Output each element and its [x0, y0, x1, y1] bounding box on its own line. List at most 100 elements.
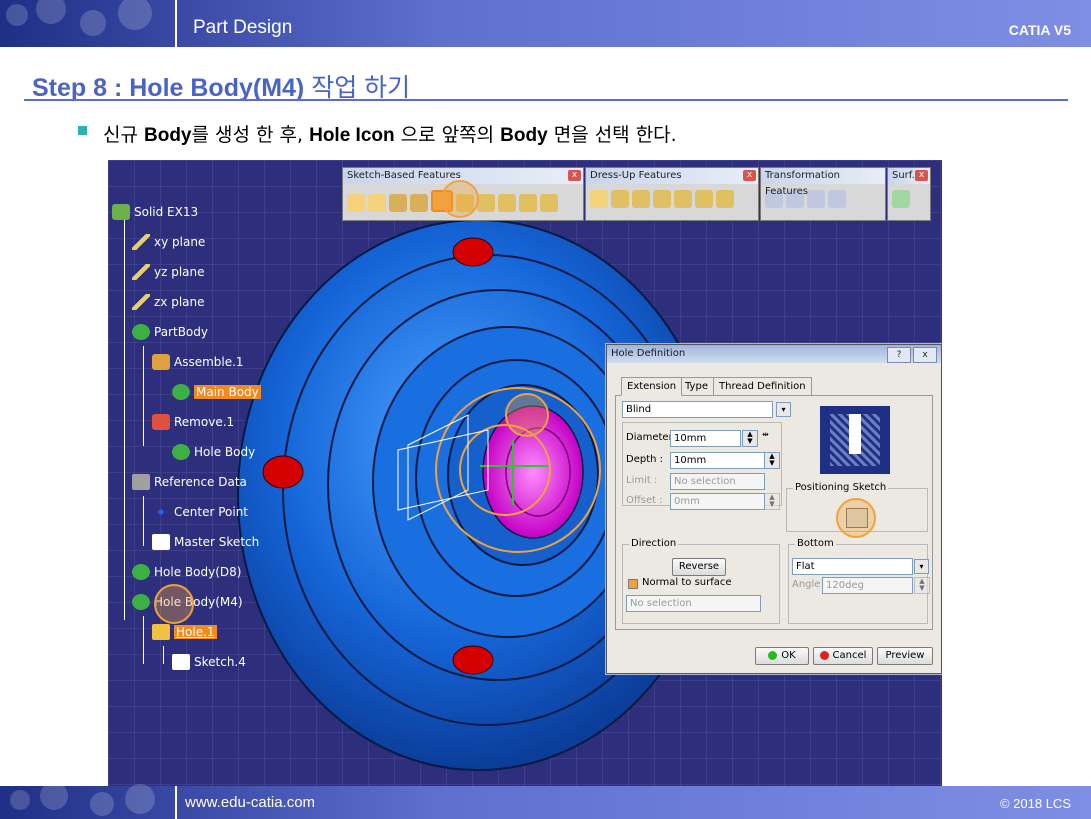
tree-item-center-point[interactable]: Center Point [152, 504, 248, 522]
cancel-icon [819, 650, 829, 660]
tree-item-remove[interactable]: Remove.1 [152, 414, 234, 432]
dialog-title: Hole Definition ? x [607, 345, 941, 363]
remove-icon [152, 414, 170, 430]
body-icon [132, 594, 150, 610]
limit-input: No selection [670, 473, 765, 490]
groove-icon[interactable] [410, 194, 428, 212]
spec-tree: Solid EX13 xy plane yz plane zx plane Pa… [108, 160, 368, 786]
slot-icon[interactable] [477, 194, 495, 212]
draft-icon[interactable] [632, 190, 650, 208]
fillet-icon[interactable] [590, 190, 608, 208]
tree-item-master-sketch[interactable]: Master Sketch [152, 534, 259, 552]
shaft-icon[interactable] [389, 194, 407, 212]
header-decoration [80, 10, 106, 36]
tree-item-assemble[interactable]: Assemble.1 [152, 354, 244, 372]
diameter-measure-icon[interactable]: ⇹ [762, 430, 769, 439]
tree-item-hole1[interactable]: Hole.1 [152, 624, 217, 642]
footer-bar: www.edu-catia.com © 2018 LCS [0, 782, 1091, 819]
depth-input[interactable]: 10mm [670, 452, 765, 469]
stiffener-icon[interactable] [498, 194, 516, 212]
tree-item-sketch4[interactable]: Sketch.4 [172, 654, 246, 672]
tree-item-partbody[interactable]: PartBody [132, 324, 208, 342]
depth-spinner[interactable]: ▲ ▼ [764, 452, 780, 469]
close-button[interactable]: x [913, 347, 937, 363]
tree-label: Center Point [174, 505, 248, 519]
tree-label: PartBody [154, 325, 208, 339]
hole-definition-dialog: Hole Definition ? x Extension Type Threa… [606, 344, 942, 674]
diameter-spinner[interactable]: ▲ ▼ [742, 430, 758, 447]
split-icon[interactable] [892, 190, 910, 208]
bottom-type-select[interactable]: Flat [792, 558, 913, 575]
positioning-sketch-marker [836, 498, 876, 538]
plane-icon [132, 264, 150, 280]
hole-icon [152, 624, 170, 640]
body-icon [132, 564, 150, 580]
thread-icon[interactable] [695, 190, 713, 208]
tree-label: yz plane [154, 265, 205, 279]
tab-type[interactable]: Type [679, 377, 714, 395]
instruction-part: 를 생성 한 후, [191, 124, 310, 146]
angle-spinner: ▲ ▼ [914, 577, 930, 594]
scaling-icon[interactable] [828, 190, 846, 208]
pattern-icon[interactable] [807, 190, 825, 208]
chevron-down-icon[interactable]: ▾ [776, 402, 791, 417]
normal-to-surface-checkbox[interactable] [628, 579, 638, 589]
point-icon [152, 504, 170, 520]
cancel-button[interactable]: Cancel [813, 647, 873, 665]
help-button[interactable]: ? [887, 347, 911, 363]
cancel-label: Cancel [832, 650, 867, 661]
tree-item-zx-plane[interactable]: zx plane [132, 294, 205, 312]
loft-icon[interactable] [519, 194, 537, 212]
tree-item-hole-body[interactable]: Hole Body [172, 444, 255, 462]
thickness-icon[interactable] [674, 190, 692, 208]
close-icon[interactable]: x [568, 170, 581, 181]
preview-button[interactable]: Preview [877, 647, 933, 665]
toolbar-title: Dress-Up Features [586, 168, 758, 184]
remove-face-icon[interactable] [716, 190, 734, 208]
sketch-icon [172, 654, 190, 670]
tree-item-xy-plane[interactable]: xy plane [132, 234, 205, 252]
assemble-icon [152, 354, 170, 370]
plane-icon [132, 234, 150, 250]
hole-body-marker [154, 584, 194, 624]
shell-icon[interactable] [653, 190, 671, 208]
header-decoration [36, 0, 66, 24]
angle-input: 120deg [822, 577, 913, 594]
catia-viewport[interactable]: Solid EX13 xy plane yz plane zx plane Pa… [108, 160, 942, 786]
bottom-label: Bottom [795, 538, 836, 549]
tab-thread-definition[interactable]: Thread Definition [713, 377, 812, 395]
footer-decoration [125, 784, 155, 814]
instruction-bold: Body [144, 125, 192, 146]
chamfer-icon[interactable] [611, 190, 629, 208]
close-icon[interactable]: x [743, 170, 756, 181]
tree-item-hole-body-d8[interactable]: Hole Body(D8) [132, 564, 241, 582]
ok-button[interactable]: OK [755, 647, 809, 665]
step-title-rest: 작업 하기 [304, 74, 411, 102]
tree-branch [124, 220, 125, 620]
reverse-button[interactable]: Reverse [672, 558, 726, 576]
pocket-icon[interactable] [368, 194, 386, 212]
header-decoration [6, 4, 28, 26]
tree-branch [143, 346, 144, 446]
tree-item-main-body[interactable]: Main Body [172, 384, 261, 402]
tree-root[interactable]: Solid EX13 [112, 204, 198, 222]
body-icon [172, 444, 190, 460]
tree-label: Master Sketch [174, 535, 260, 549]
tree-item-yz-plane[interactable]: yz plane [132, 264, 205, 282]
tab-extension[interactable]: Extension [621, 377, 683, 396]
remove-loft-icon[interactable] [540, 194, 558, 212]
tree-branch [163, 646, 164, 664]
pad-icon[interactable] [347, 194, 365, 212]
tree-item-reference-data[interactable]: Reference Data [132, 474, 247, 492]
footer-url[interactable]: www.edu-catia.com [185, 794, 315, 811]
extension-type-select[interactable]: Blind [622, 401, 773, 418]
chevron-down-icon[interactable]: ▾ [914, 559, 929, 574]
step-prefix: Step 8 : [32, 74, 130, 102]
close-icon[interactable]: x [915, 170, 928, 181]
diameter-input[interactable]: 10mm [670, 430, 741, 447]
product-name: CATIA V5 [1008, 22, 1071, 38]
footer-divider [175, 786, 177, 819]
positioning-sketch-label: Positioning Sketch [793, 482, 889, 493]
depth-label: Depth : [626, 454, 664, 465]
tree-branch [143, 616, 144, 664]
